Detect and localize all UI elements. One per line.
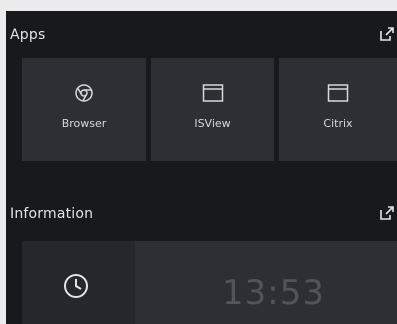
apps-section-header: Apps [6,24,397,48]
window-icon [327,84,349,102]
app-tile-label: ISView [194,117,231,130]
time-display: 13:53 [222,273,325,313]
information-section-title: Information [10,206,94,222]
chrome-icon [75,84,93,102]
information-section-header: Information [6,203,397,227]
apps-section-title: Apps [10,27,46,43]
clock-tile[interactable] [22,241,135,324]
external-link-icon[interactable] [379,205,395,221]
app-tile-citrix[interactable]: Citrix [279,58,397,161]
app-tile-isview[interactable]: ISView [151,58,274,161]
window-icon [202,84,223,102]
app-tile-label: Citrix [323,117,353,130]
app-tile-label: Browser [61,117,107,130]
dashboard-panel: Apps Browser ISView Citrix Information 1… [6,11,397,324]
app-tile-browser[interactable]: Browser [22,58,146,161]
time-display-tile: 13:53 [135,241,397,324]
external-link-icon[interactable] [379,26,395,42]
clock-icon [64,274,88,298]
